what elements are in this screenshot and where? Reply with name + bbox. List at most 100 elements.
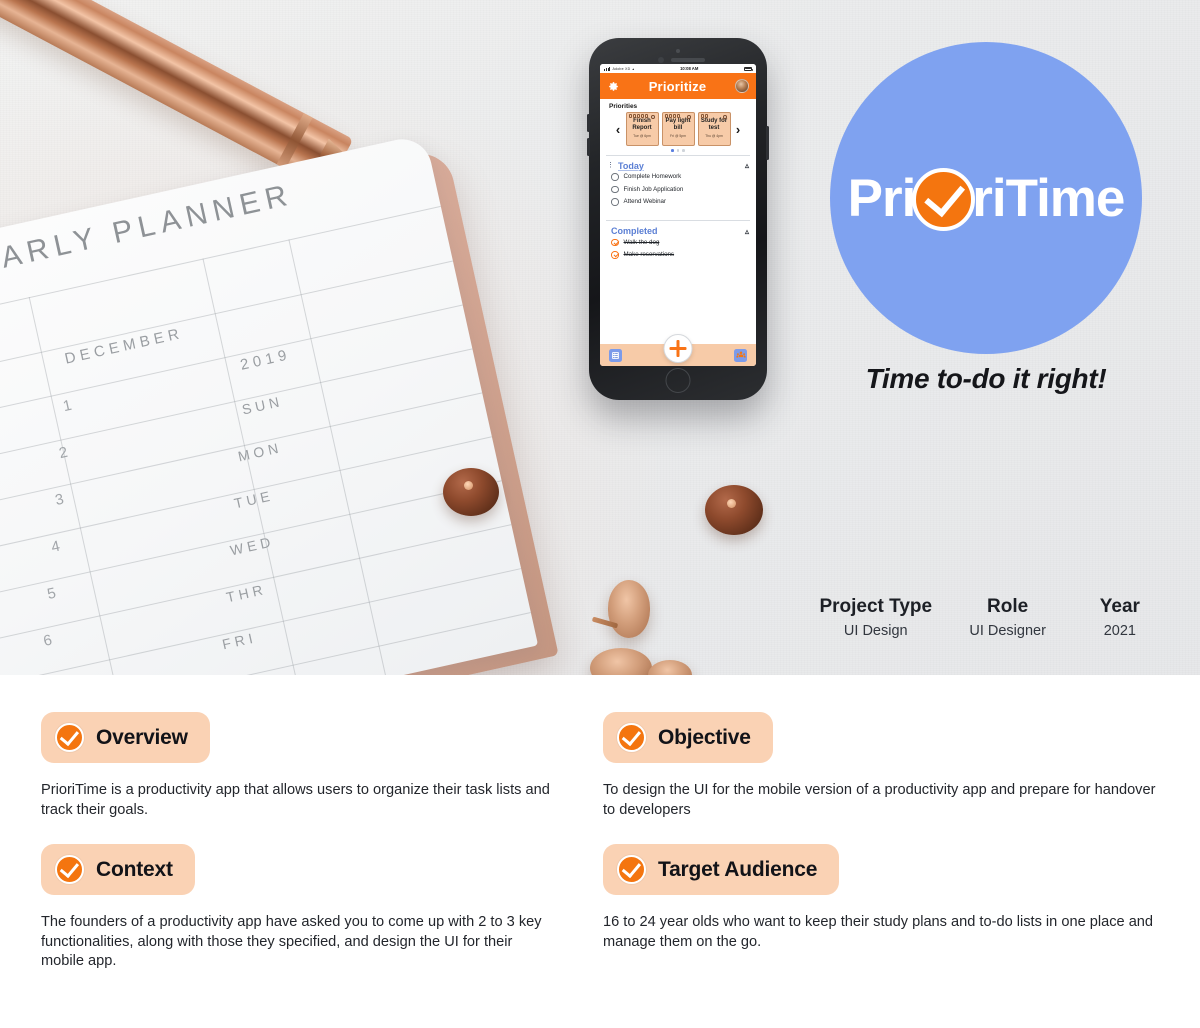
priority-card[interactable]: Study for test Thu @ 4pm: [697, 112, 731, 146]
pager-dot[interactable]: [676, 149, 680, 152]
thumbtack-5: [648, 660, 692, 675]
thumbtack-4: [590, 648, 652, 675]
objective-pill: Objective: [603, 712, 773, 763]
task-checkbox-checked[interactable]: [611, 251, 619, 259]
thumbtack-3: [608, 580, 650, 638]
card-binder-rings: [701, 114, 708, 118]
list-icon[interactable]: [609, 348, 622, 362]
signal-icon: [604, 66, 611, 71]
planner-weekday-tue: TUE: [232, 487, 276, 512]
people-icon[interactable]: [734, 348, 747, 362]
priority-card-time: Tue @ 6pm: [633, 134, 651, 138]
task-row[interactable]: Finish Job Application: [600, 183, 756, 196]
volume-down-button[interactable]: [587, 138, 590, 156]
carrier-label: Adobe XD: [612, 66, 631, 71]
planner-day-6: 6: [41, 631, 55, 650]
planner-col-december: DECEMBER: [63, 324, 185, 368]
meta-project-type: Project Type UI Design: [800, 594, 952, 642]
priority-card[interactable]: Pay light bill Fri @ 5pm: [661, 112, 695, 146]
card-status-dot[interactable]: [651, 115, 655, 119]
today-header[interactable]: ⋮ Today ▵: [600, 161, 756, 171]
priority-card[interactable]: Finish Report Tue @ 6pm: [625, 112, 659, 146]
case-study-page: YEARLY PLANNER NOVEMBER DECEMBER 2019 1 …: [0, 0, 1200, 1028]
today-title: Today: [618, 160, 644, 171]
user-avatar[interactable]: [735, 79, 749, 93]
status-bar: Adobe XD ▴ 10:08 AM: [600, 64, 756, 73]
meta-key: Year: [1099, 596, 1140, 617]
chevron-up-icon[interactable]: ▵: [745, 161, 749, 170]
plus-icon[interactable]: [663, 334, 693, 363]
front-camera: [676, 49, 680, 53]
volume-up-button[interactable]: [587, 114, 590, 132]
planner-weekday-thr: THR: [224, 580, 268, 606]
case-study-body: Overview PrioriTime is a productivity ap…: [0, 675, 1200, 1028]
task-checkbox[interactable]: [611, 173, 619, 181]
power-button[interactable]: [766, 126, 769, 160]
status-right: [743, 66, 753, 71]
chevron-right-icon[interactable]: ›: [734, 123, 743, 136]
chevron-left-icon[interactable]: ‹: [614, 123, 623, 136]
planner-day-1: 1: [61, 396, 75, 416]
logo-text-before: Pri: [847, 168, 917, 228]
planner-col-november: NOVEMBER: [0, 319, 5, 363]
priorities-carousel: ‹ Finish Report Tue @ 6pm Pay light bill…: [600, 112, 756, 146]
home-button[interactable]: [665, 368, 691, 393]
completed-header[interactable]: Completed ▵: [600, 226, 756, 236]
carousel-pager[interactable]: [600, 149, 756, 152]
overview-block: Overview PrioriTime is a productivity ap…: [41, 712, 551, 820]
meta-value: UI Design: [843, 623, 908, 639]
meta-value: UI Designer: [969, 623, 1046, 639]
task-label: Make reservations: [623, 251, 675, 259]
pager-dot[interactable]: [682, 149, 685, 152]
priority-card-title: Pay light bill: [665, 118, 691, 131]
thumbtack-2: [705, 485, 763, 535]
context-title: Context: [96, 857, 173, 881]
task-row[interactable]: Make reservations: [600, 249, 756, 262]
context-block: Context The founders of a productivity a…: [41, 844, 551, 972]
task-row[interactable]: Attend Webinar: [600, 196, 756, 209]
priorities-label: Priorities: [609, 103, 638, 110]
card-status-dot[interactable]: [723, 115, 727, 119]
chevron-up-icon[interactable]: ▵: [745, 227, 749, 236]
priority-card-time: Thu @ 4pm: [705, 134, 723, 138]
app-title: Prioritize: [648, 78, 707, 94]
card-status-dot[interactable]: [687, 115, 691, 119]
target-audience-title: Target Audience: [658, 857, 818, 881]
planner-weekday-sun1: SUN: [240, 392, 285, 418]
check-circle-icon: [617, 723, 646, 752]
meta-role: Role UI Designer: [952, 594, 1064, 642]
context-pill: Context: [41, 844, 195, 895]
target-audience-body: 16 to 24 year olds who want to keep thei…: [603, 914, 1154, 950]
phone-screen: Adobe XD ▴ 10:08 AM Prioritize Prioritie…: [600, 64, 756, 366]
priority-card-time: Fri @ 5pm: [670, 134, 686, 138]
context-body: The founders of a productivity app have …: [41, 914, 542, 969]
yearly-planner-photo: YEARLY PLANNER NOVEMBER DECEMBER 2019 1 …: [0, 127, 571, 675]
drag-handle-icon[interactable]: ⋮: [607, 162, 614, 169]
task-row[interactable]: Complete Homework: [600, 171, 756, 184]
gear-icon[interactable]: [607, 80, 620, 93]
completed-title: Completed: [611, 226, 658, 237]
objective-body: To design the UI for the mobile version …: [603, 782, 1156, 818]
pager-dot-active[interactable]: [671, 149, 674, 152]
card-binder-rings: [629, 114, 648, 118]
overview-title: Overview: [96, 725, 188, 749]
overview-body: PrioriTime is a productivity app that al…: [41, 782, 550, 818]
earpiece-speaker: [671, 58, 705, 62]
planner-day-5: 5: [45, 584, 59, 603]
overview-pill: Overview: [41, 712, 210, 763]
today-section: ⋮ Today ▵ Complete Homework Finish Job A…: [600, 155, 756, 211]
task-row[interactable]: Walk the dog: [600, 236, 756, 249]
task-label: Attend Webinar: [623, 198, 667, 206]
check-circle-icon: [55, 723, 84, 752]
app-bar: Prioritize: [600, 73, 756, 99]
logo-wordmark: Pri riTime: [847, 167, 1125, 231]
planner-day-4: 4: [49, 537, 63, 557]
bottom-tab-bar: [600, 334, 756, 366]
task-checkbox[interactable]: [611, 185, 619, 194]
task-checkbox[interactable]: [611, 198, 619, 206]
planner-day-2: 2: [57, 443, 71, 463]
thumbtack-glint: [727, 499, 737, 508]
target-audience-pill: Target Audience: [603, 844, 840, 895]
task-checkbox-checked[interactable]: [611, 238, 619, 247]
task-label: Walk the dog: [623, 238, 660, 246]
